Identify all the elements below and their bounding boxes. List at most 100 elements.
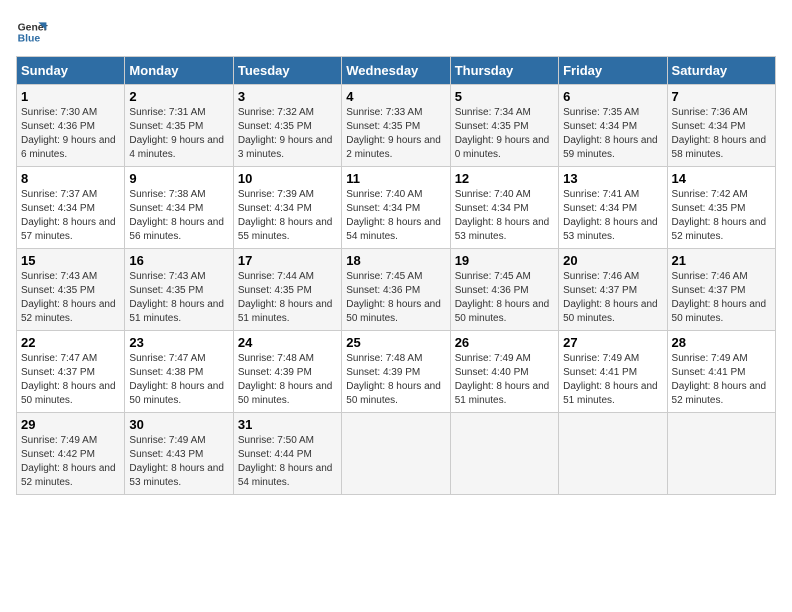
day-number: 23 <box>129 335 228 350</box>
day-info: Sunrise: 7:49 AMSunset: 4:42 PMDaylight:… <box>21 435 116 488</box>
day-number: 9 <box>129 171 228 186</box>
calendar-cell: 19 Sunrise: 7:45 AMSunset: 4:36 PMDayligh… <box>450 249 558 331</box>
calendar-cell: 25 Sunrise: 7:48 AMSunset: 4:39 PMDayligh… <box>342 331 450 413</box>
day-number: 10 <box>238 171 337 186</box>
day-info: Sunrise: 7:37 AMSunset: 4:34 PMDaylight:… <box>21 189 116 242</box>
calendar-cell: 26 Sunrise: 7:49 AMSunset: 4:40 PMDayligh… <box>450 331 558 413</box>
day-number: 8 <box>21 171 120 186</box>
day-number: 15 <box>21 253 120 268</box>
calendar-row: 1 Sunrise: 7:30 AMSunset: 4:36 PMDaylight… <box>17 85 776 167</box>
calendar-cell: 15 Sunrise: 7:43 AMSunset: 4:35 PMDayligh… <box>17 249 125 331</box>
day-number: 12 <box>455 171 554 186</box>
day-info: Sunrise: 7:45 AMSunset: 4:36 PMDaylight:… <box>346 271 441 324</box>
col-header-monday: Monday <box>125 57 233 85</box>
calendar-row: 22 Sunrise: 7:47 AMSunset: 4:37 PMDayligh… <box>17 331 776 413</box>
day-number: 24 <box>238 335 337 350</box>
calendar-cell: 30 Sunrise: 7:49 AMSunset: 4:43 PMDayligh… <box>125 413 233 495</box>
day-info: Sunrise: 7:32 AMSunset: 4:35 PMDaylight:… <box>238 107 333 160</box>
calendar-cell: 13 Sunrise: 7:41 AMSunset: 4:34 PMDayligh… <box>559 167 667 249</box>
calendar-cell <box>450 413 558 495</box>
day-number: 30 <box>129 417 228 432</box>
day-number: 29 <box>21 417 120 432</box>
calendar-cell: 8 Sunrise: 7:37 AMSunset: 4:34 PMDaylight… <box>17 167 125 249</box>
calendar-cell: 10 Sunrise: 7:39 AMSunset: 4:34 PMDayligh… <box>233 167 341 249</box>
day-number: 18 <box>346 253 445 268</box>
logo: General Blue <box>16 16 48 48</box>
day-info: Sunrise: 7:43 AMSunset: 4:35 PMDaylight:… <box>129 271 224 324</box>
col-header-saturday: Saturday <box>667 57 775 85</box>
calendar-cell: 9 Sunrise: 7:38 AMSunset: 4:34 PMDaylight… <box>125 167 233 249</box>
day-info: Sunrise: 7:46 AMSunset: 4:37 PMDaylight:… <box>672 271 767 324</box>
calendar-row: 8 Sunrise: 7:37 AMSunset: 4:34 PMDaylight… <box>17 167 776 249</box>
day-info: Sunrise: 7:30 AMSunset: 4:36 PMDaylight:… <box>21 107 116 160</box>
calendar-table: SundayMondayTuesdayWednesdayThursdayFrid… <box>16 56 776 495</box>
calendar-cell: 16 Sunrise: 7:43 AMSunset: 4:35 PMDayligh… <box>125 249 233 331</box>
day-info: Sunrise: 7:36 AMSunset: 4:34 PMDaylight:… <box>672 107 767 160</box>
calendar-cell: 17 Sunrise: 7:44 AMSunset: 4:35 PMDayligh… <box>233 249 341 331</box>
calendar-cell: 2Sunrise: 7:31 AMSunset: 4:35 PMDaylight… <box>125 85 233 167</box>
day-number: 1 <box>21 89 120 104</box>
col-header-friday: Friday <box>559 57 667 85</box>
day-info: Sunrise: 7:49 AMSunset: 4:41 PMDaylight:… <box>672 353 767 406</box>
day-number: 19 <box>455 253 554 268</box>
calendar-cell <box>667 413 775 495</box>
day-info: Sunrise: 7:45 AMSunset: 4:36 PMDaylight:… <box>455 271 550 324</box>
calendar-cell: 14Sunrise: 7:42 AMSunset: 4:35 PMDayligh… <box>667 167 775 249</box>
day-info: Sunrise: 7:49 AMSunset: 4:43 PMDaylight:… <box>129 435 224 488</box>
day-info: Sunrise: 7:39 AMSunset: 4:34 PMDaylight:… <box>238 189 333 242</box>
day-number: 17 <box>238 253 337 268</box>
day-number: 25 <box>346 335 445 350</box>
calendar-cell: 20 Sunrise: 7:46 AMSunset: 4:37 PMDayligh… <box>559 249 667 331</box>
day-number: 7 <box>672 89 771 104</box>
day-info: Sunrise: 7:47 AMSunset: 4:38 PMDaylight:… <box>129 353 224 406</box>
calendar-cell: 24Sunrise: 7:48 AMSunset: 4:39 PMDayligh… <box>233 331 341 413</box>
day-number: 27 <box>563 335 662 350</box>
calendar-cell: 22 Sunrise: 7:47 AMSunset: 4:37 PMDayligh… <box>17 331 125 413</box>
day-number: 28 <box>672 335 771 350</box>
logo-icon: General Blue <box>16 16 48 48</box>
day-info: Sunrise: 7:34 AMSunset: 4:35 PMDaylight:… <box>455 107 550 160</box>
day-number: 22 <box>21 335 120 350</box>
calendar-row: 15 Sunrise: 7:43 AMSunset: 4:35 PMDayligh… <box>17 249 776 331</box>
calendar-cell: 6 Sunrise: 7:35 AMSunset: 4:34 PMDaylight… <box>559 85 667 167</box>
calendar-cell: 11Sunrise: 7:40 AMSunset: 4:34 PMDayligh… <box>342 167 450 249</box>
calendar-cell: 27Sunrise: 7:49 AMSunset: 4:41 PMDayligh… <box>559 331 667 413</box>
calendar-cell: 3Sunrise: 7:32 AMSunset: 4:35 PMDaylight… <box>233 85 341 167</box>
day-info: Sunrise: 7:31 AMSunset: 4:35 PMDaylight:… <box>129 107 224 160</box>
day-number: 4 <box>346 89 445 104</box>
day-info: Sunrise: 7:48 AMSunset: 4:39 PMDaylight:… <box>346 353 441 406</box>
page-header: General Blue <box>16 16 776 48</box>
calendar-cell: 31 Sunrise: 7:50 AMSunset: 4:44 PMDayligh… <box>233 413 341 495</box>
day-info: Sunrise: 7:47 AMSunset: 4:37 PMDaylight:… <box>21 353 116 406</box>
day-info: Sunrise: 7:33 AMSunset: 4:35 PMDaylight:… <box>346 107 441 160</box>
calendar-cell: 4 Sunrise: 7:33 AMSunset: 4:35 PMDaylight… <box>342 85 450 167</box>
day-number: 26 <box>455 335 554 350</box>
day-info: Sunrise: 7:41 AMSunset: 4:34 PMDaylight:… <box>563 189 658 242</box>
day-number: 20 <box>563 253 662 268</box>
calendar-row: 29 Sunrise: 7:49 AMSunset: 4:42 PMDayligh… <box>17 413 776 495</box>
calendar-cell: 1 Sunrise: 7:30 AMSunset: 4:36 PMDaylight… <box>17 85 125 167</box>
day-info: Sunrise: 7:43 AMSunset: 4:35 PMDaylight:… <box>21 271 116 324</box>
calendar-cell: 28 Sunrise: 7:49 AMSunset: 4:41 PMDayligh… <box>667 331 775 413</box>
day-info: Sunrise: 7:49 AMSunset: 4:40 PMDaylight:… <box>455 353 550 406</box>
col-header-thursday: Thursday <box>450 57 558 85</box>
day-number: 16 <box>129 253 228 268</box>
calendar-cell: 12Sunrise: 7:40 AMSunset: 4:34 PMDayligh… <box>450 167 558 249</box>
col-header-sunday: Sunday <box>17 57 125 85</box>
day-info: Sunrise: 7:38 AMSunset: 4:34 PMDaylight:… <box>129 189 224 242</box>
day-info: Sunrise: 7:42 AMSunset: 4:35 PMDaylight:… <box>672 189 767 242</box>
day-number: 5 <box>455 89 554 104</box>
day-number: 13 <box>563 171 662 186</box>
calendar-cell: 5 Sunrise: 7:34 AMSunset: 4:35 PMDaylight… <box>450 85 558 167</box>
col-header-tuesday: Tuesday <box>233 57 341 85</box>
day-info: Sunrise: 7:35 AMSunset: 4:34 PMDaylight:… <box>563 107 658 160</box>
calendar-cell: 7 Sunrise: 7:36 AMSunset: 4:34 PMDaylight… <box>667 85 775 167</box>
day-info: Sunrise: 7:46 AMSunset: 4:37 PMDaylight:… <box>563 271 658 324</box>
day-info: Sunrise: 7:50 AMSunset: 4:44 PMDaylight:… <box>238 435 333 488</box>
day-number: 6 <box>563 89 662 104</box>
day-number: 11 <box>346 171 445 186</box>
day-number: 31 <box>238 417 337 432</box>
calendar-cell <box>342 413 450 495</box>
svg-text:Blue: Blue <box>18 34 41 45</box>
day-info: Sunrise: 7:44 AMSunset: 4:35 PMDaylight:… <box>238 271 333 324</box>
